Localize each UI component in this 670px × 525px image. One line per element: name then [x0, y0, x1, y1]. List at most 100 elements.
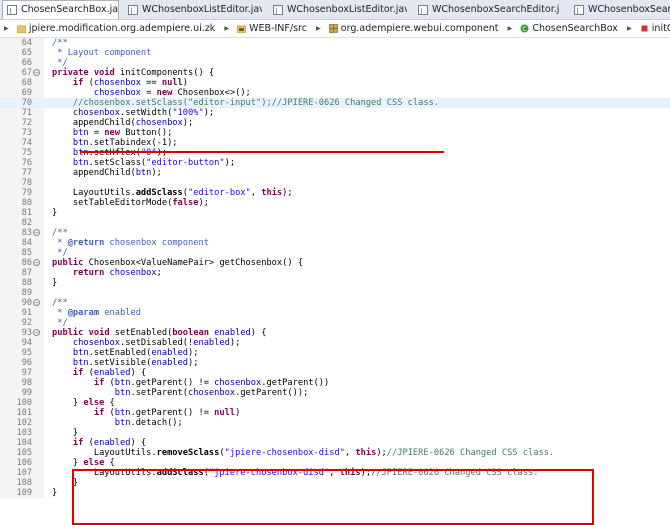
- code-text: chosenbox = new Chosenbox<>();: [93, 88, 251, 98]
- code-line[interactable]: 78: [0, 178, 670, 188]
- code-line[interactable]: 70 //chosenbox.setSclass("editor-input")…: [0, 98, 670, 108]
- line-number: 68: [21, 78, 32, 88]
- breadcrumb-label: ChosenSearchBox: [532, 23, 618, 34]
- fold-toggle-icon[interactable]: −: [33, 229, 40, 236]
- code-line[interactable]: 80 setTableEditorMode(false);: [0, 198, 670, 208]
- breadcrumb-method[interactable]: initComponents() : void: [639, 20, 670, 37]
- code-line[interactable]: 76 btn.setSclass("editor-button");: [0, 158, 670, 168]
- fold-toggle-icon[interactable]: −: [33, 299, 40, 306]
- fold-toggle-icon[interactable]: −: [33, 329, 40, 336]
- line-number: 90: [21, 298, 32, 308]
- code-text: LayoutUtils.addSclass("editor-box", this…: [52, 188, 293, 198]
- tab-wchosenboxlisteditor-1[interactable]: J WChosenboxListEditor.jav: [124, 1, 262, 18]
- code-text: btn.detach();: [114, 418, 183, 428]
- code-text: /**: [52, 298, 68, 308]
- tab-label: ChosenSearchBox.java: [21, 4, 119, 15]
- code-line[interactable]: 79 LayoutUtils.addSclass("editor-box", t…: [0, 188, 670, 198]
- code-line[interactable]: 84 * @return chosenbox component: [0, 238, 670, 248]
- line-number: 101: [16, 408, 32, 418]
- code-line[interactable]: 71 chosenbox.setWidth("100%");: [0, 108, 670, 118]
- breadcrumb-project[interactable]: jpiere.modification.org.adempiere.ui.zk: [16, 20, 215, 37]
- code-text: public Chosenbox<ValueNamePair> getChose…: [52, 258, 304, 268]
- code-line[interactable]: 72 appendChild(chosenbox);: [0, 118, 670, 128]
- code-line[interactable]: 87 return chosenbox;: [0, 268, 670, 278]
- fold-toggle-icon[interactable]: −: [33, 69, 40, 76]
- code-line[interactable]: 103 }: [0, 428, 670, 438]
- code-line[interactable]: 89: [0, 288, 670, 298]
- code-line[interactable]: 90− /**: [0, 298, 670, 308]
- code-text: */: [52, 248, 68, 258]
- class-icon: C: [520, 24, 529, 33]
- line-number: 85: [21, 248, 32, 258]
- line-number: 67: [21, 68, 32, 78]
- code-line[interactable]: 83− /**: [0, 228, 670, 238]
- tab-wchosenboxlisteditor-2[interactable]: J WChosenboxListEditor.jav: [269, 1, 407, 18]
- code-text: * @param enabled: [52, 308, 141, 318]
- code-line[interactable]: 65 * Layout component: [0, 48, 670, 58]
- code-line[interactable]: 64 /**: [0, 38, 670, 48]
- code-line[interactable]: 77 appendChild(btn);: [0, 168, 670, 178]
- svg-text:J: J: [9, 7, 12, 15]
- code-line[interactable]: 92 */: [0, 318, 670, 328]
- code-line[interactable]: 75 btn.setHflex("0");: [0, 148, 670, 158]
- code-line[interactable]: 99 btn.setParent(chosenbox.getParent());: [0, 388, 670, 398]
- code-text: //chosenbox.setSclass("editor-input");//…: [72, 98, 440, 108]
- line-number: 82: [21, 218, 32, 228]
- code-line[interactable]: 88}: [0, 278, 670, 288]
- code-line[interactable]: 100 } else {: [0, 398, 670, 408]
- code-line[interactable]: 95 btn.setEnabled(enabled);: [0, 348, 670, 358]
- code-text: btn.setVisible(enabled);: [72, 358, 199, 368]
- code-text: */: [52, 58, 68, 68]
- fold-toggle-icon[interactable]: −: [33, 259, 40, 266]
- code-line[interactable]: 82: [0, 218, 670, 228]
- line-number: 92: [21, 318, 32, 328]
- code-line[interactable]: 96 btn.setVisible(enabled);: [0, 358, 670, 368]
- line-number: 96: [21, 358, 32, 368]
- source-folder-icon: [237, 25, 247, 33]
- code-line[interactable]: 68 if (chosenbox == null): [0, 78, 670, 88]
- line-number: 84: [21, 238, 32, 248]
- code-line[interactable]: 102 btn.detach();: [0, 418, 670, 428]
- code-text: btn.setParent(chosenbox.getParent());: [114, 388, 309, 398]
- line-number: 99: [21, 388, 32, 398]
- code-line[interactable]: 73 btn = new Button();: [0, 128, 670, 138]
- code-text: * @return chosenbox component: [52, 238, 209, 248]
- editor-tab-bar: J ChosenSearchBox.java✕ J WChosenboxList…: [0, 0, 670, 20]
- line-number: 104: [16, 438, 32, 448]
- code-text: btn.setHflex("0");: [72, 148, 168, 158]
- code-line[interactable]: 105 LayoutUtils.removeSclass("jpiere-cho…: [0, 448, 670, 458]
- code-line[interactable]: 74 btn.setTabindex(-1);: [0, 138, 670, 148]
- code-line[interactable]: 86− public Chosenbox<ValueNamePair> getCh…: [0, 258, 670, 268]
- code-text: btn.setTabindex(-1);: [72, 138, 178, 148]
- code-text: btn.setEnabled(enabled);: [72, 348, 199, 358]
- line-number: 109: [16, 488, 32, 498]
- code-editor[interactable]: 64/** 65 * Layout component 66 */67− privat…: [0, 38, 670, 525]
- code-text: private void initComponents() {: [52, 68, 215, 78]
- code-line[interactable]: 69 chosenbox = new Chosenbox<>();: [0, 88, 670, 98]
- code-line[interactable]: 101 if (btn.getParent() != null): [0, 408, 670, 418]
- highlight-underline: [80, 151, 444, 153]
- code-line[interactable]: 66 */: [0, 58, 670, 68]
- tab-chosensearchbox[interactable]: J ChosenSearchBox.java✕: [2, 0, 119, 19]
- code-line[interactable]: 85 */: [0, 248, 670, 258]
- breadcrumb-source-folder[interactable]: WEB-INF/src: [236, 20, 307, 37]
- code-line[interactable]: 97 if (enabled) {: [0, 368, 670, 378]
- tab-wchosenboxsearcheditor[interactable]: J WChosenboxSearchEditor.j: [414, 1, 564, 18]
- code-text: if (enabled) {: [72, 368, 147, 378]
- code-text: btn.setSclass("editor-button");: [72, 158, 236, 168]
- breadcrumb-class[interactable]: C ChosenSearchBox: [519, 20, 618, 37]
- code-text: }: [52, 208, 58, 218]
- code-line[interactable]: 81}: [0, 208, 670, 218]
- code-text: LayoutUtils.removeSclass("jpiere-chosenb…: [52, 448, 555, 458]
- code-text: chosenbox.setWidth("100%");: [72, 108, 215, 118]
- code-line[interactable]: 91 * @param enabled: [0, 308, 670, 318]
- tab-label: WChosenboxListEditor.jav: [142, 4, 262, 15]
- breadcrumb-package[interactable]: org.adempiere.webui.component: [328, 20, 499, 37]
- code-line[interactable]: 93− public void setEnabled(boolean enable…: [0, 328, 670, 338]
- code-line[interactable]: 98 if (btn.getParent() != chosenbox.getP…: [0, 378, 670, 388]
- tab-wchosenboxsearch[interactable]: J WChosenboxSearch: [570, 1, 670, 18]
- code-line[interactable]: 94 chosenbox.setDisabled(!enabled);: [0, 338, 670, 348]
- code-line[interactable]: 67− private void initComponents() {: [0, 68, 670, 78]
- code-line[interactable]: 106 } else {: [0, 458, 670, 468]
- code-line[interactable]: 104 if (enabled) {: [0, 438, 670, 448]
